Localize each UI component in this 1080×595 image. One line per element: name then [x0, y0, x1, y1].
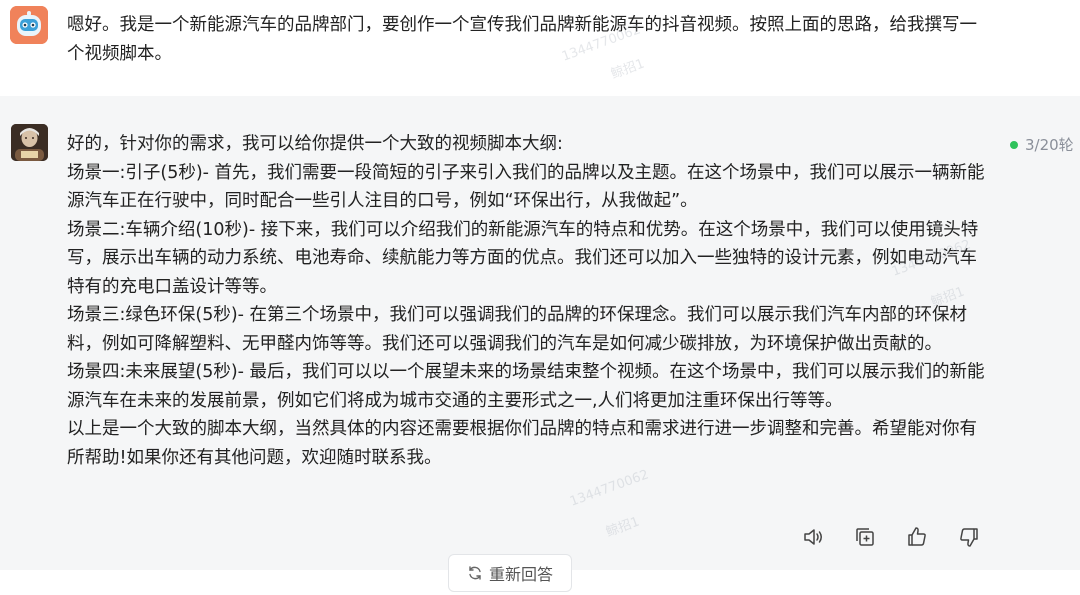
message-line-scene-2: 场景二:车辆介绍(10秒)- 接下来，我们可以介绍我们的新能源汽车的特点和优势。…: [67, 219, 979, 297]
user-avatar-icon: [10, 6, 48, 44]
thumbs-down-icon: [960, 528, 978, 547]
message-actions: [800, 524, 982, 550]
thumbs-up-icon: [908, 527, 926, 546]
round-counter-text: 3/20轮: [1025, 136, 1074, 154]
regenerate-button[interactable]: 重新回答: [448, 554, 572, 592]
like-button[interactable]: [904, 524, 930, 550]
watermark: 鲸招1: [604, 514, 642, 541]
dislike-button[interactable]: [956, 524, 982, 550]
read-aloud-button[interactable]: [800, 524, 826, 550]
assistant-message: 3/20轮 好的，针对你的需求，我可以给你提供一个大致的视频脚本大纲: 场景一:…: [0, 22, 1080, 570]
message-line-closing: 以上是一个大致的脚本大纲，当然具体的内容还需要根据你们品牌的特点和需求进行进一步…: [67, 419, 977, 468]
copy-icon: [856, 528, 874, 546]
message-line-scene-4: 场景四:未来展望(5秒)- 最后，我们可以以一个展望未来的场景结束整个视频。在这…: [67, 362, 985, 411]
message-line-scene-1: 场景一:引子(5秒)- 首先，我们需要一段简短的引子来引入我们的品牌以及主题。在…: [67, 162, 985, 212]
regenerate-label: 重新回答: [488, 565, 553, 584]
user-avatar: [10, 6, 48, 44]
status-dot: [1010, 140, 1018, 149]
copy-button[interactable]: [852, 524, 878, 550]
assistant-avatar: [11, 124, 48, 161]
user-message: 嗯好。我是一个新能源汽车的品牌部门，要创作一个宣传我们品牌新能源车的抖音视频。按…: [0, 0, 1080, 96]
assistant-message-text: 好的，针对你的需求，我可以给你提供一个大致的视频脚本大纲: 场景一:引子(5秒)…: [67, 130, 987, 472]
user-message-text: 嗯好。我是一个新能源汽车的品牌部门，要创作一个宣传我们品牌新能源车的抖音视频。按…: [67, 15, 977, 64]
round-counter: 3/20轮: [1010, 134, 1074, 155]
message-line-intro: 好的，针对你的需求，我可以给你提供一个大致的视频脚本大纲:: [67, 134, 563, 154]
message-line-scene-3: 场景三:绿色环保(5秒)- 在第三个场景中，我们可以强调我们的品牌的环保理念。我…: [67, 305, 968, 354]
refresh-icon: [469, 566, 481, 580]
watermark: 1344770062: [567, 467, 651, 510]
assistant-avatar-icon: [11, 124, 48, 161]
speaker-icon: [804, 529, 822, 545]
